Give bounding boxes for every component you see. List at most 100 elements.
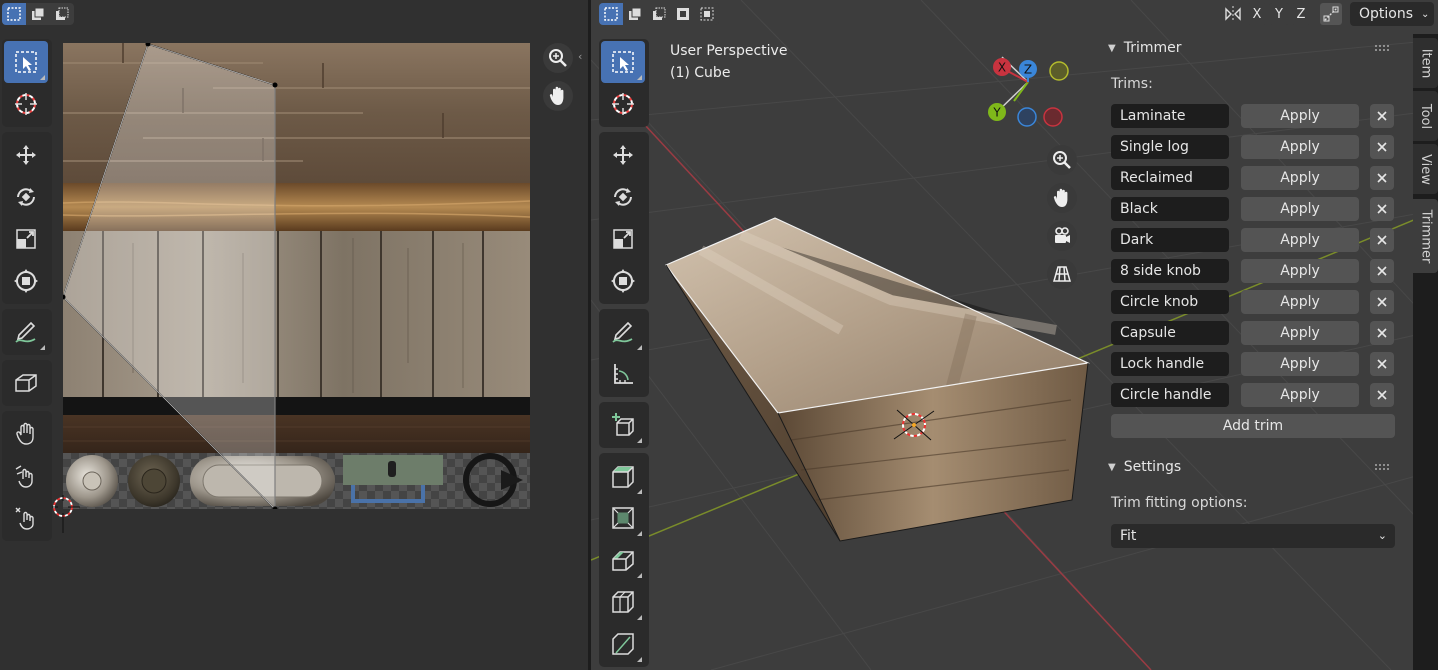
pan-hand-icon[interactable] [543, 81, 573, 111]
scale-icon[interactable] [4, 218, 48, 260]
apply-trim-button[interactable]: Apply [1241, 228, 1359, 252]
remove-trim-button[interactable] [1370, 104, 1394, 128]
annotate-icon[interactable] [4, 311, 48, 353]
mirror-icon[interactable] [1223, 4, 1243, 24]
trim-name-field[interactable]: Reclaimed [1111, 166, 1229, 190]
3d-viewport[interactable]: X Y Z Options ⌄ User Perspective (1) Cub… [591, 0, 1438, 670]
uv-cursor-icon [52, 495, 80, 533]
close-icon [1377, 390, 1387, 400]
cursor-icon[interactable] [4, 83, 48, 125]
drag-grip-icon[interactable] [1374, 463, 1390, 471]
select-intersect-icon[interactable] [695, 3, 719, 25]
remove-trim-button[interactable] [1370, 259, 1394, 283]
trim-name-field[interactable]: Dark [1111, 228, 1229, 252]
snap-icon[interactable] [1320, 3, 1342, 25]
apply-trim-button[interactable]: Apply [1241, 290, 1359, 314]
trim-name-field[interactable]: Circle knob [1111, 290, 1229, 314]
tab-item[interactable]: Item [1413, 38, 1438, 88]
remove-trim-button[interactable] [1370, 383, 1394, 407]
scale-icon[interactable] [601, 218, 645, 260]
move-icon[interactable] [601, 134, 645, 176]
options-label: Options [1359, 6, 1414, 22]
bevel-icon[interactable] [601, 539, 645, 581]
rip-region-icon[interactable] [4, 362, 48, 404]
apply-trim-button[interactable]: Apply [1241, 259, 1359, 283]
remove-trim-button[interactable] [1370, 352, 1394, 376]
select-box-icon[interactable] [601, 41, 645, 83]
trim-row: Laminate Apply [1111, 104, 1395, 128]
pan-hand-icon[interactable] [1047, 183, 1077, 213]
trim-fitting-select[interactable]: Fit ⌄ [1111, 524, 1395, 548]
inset-icon[interactable] [601, 497, 645, 539]
select-subtract-icon[interactable] [647, 3, 671, 25]
trimmer-panel-header[interactable]: ▼ Trimmer [1108, 34, 1182, 62]
remove-trim-button[interactable] [1370, 135, 1394, 159]
add-trim-button[interactable]: Add trim [1111, 414, 1395, 438]
trim-name-field[interactable]: Single log [1111, 135, 1229, 159]
transform-icon[interactable] [601, 260, 645, 302]
tab-view[interactable]: View [1413, 144, 1438, 194]
select-box-icon[interactable] [4, 41, 48, 83]
trim-name-field[interactable]: Circle handle [1111, 383, 1229, 407]
select-invert-icon[interactable] [671, 3, 695, 25]
grid-icon[interactable] [1047, 259, 1077, 289]
select-extend-icon[interactable] [26, 3, 50, 25]
trims-label: Trims: [1111, 76, 1153, 92]
apply-trim-button[interactable]: Apply [1241, 166, 1359, 190]
move-icon[interactable] [4, 134, 48, 176]
loop-cut-icon[interactable] [601, 581, 645, 623]
transform-icon[interactable] [4, 260, 48, 302]
tab-tool[interactable]: Tool [1413, 91, 1438, 141]
annotate-icon[interactable] [601, 311, 645, 353]
trim-name-field[interactable]: 8 side knob [1111, 259, 1229, 283]
options-dropdown[interactable]: Options ⌄ [1350, 2, 1434, 26]
relax-icon[interactable] [4, 455, 48, 497]
settings-panel-title: Settings [1123, 459, 1182, 475]
uv-texture-canvas[interactable] [63, 43, 530, 509]
apply-trim-button[interactable]: Apply [1241, 352, 1359, 376]
remove-trim-button[interactable] [1370, 228, 1394, 252]
cursor-icon[interactable] [601, 83, 645, 125]
tab-trimmer-label: Trimmer [1418, 209, 1434, 263]
rotate-icon[interactable] [601, 176, 645, 218]
zoom-icon[interactable] [543, 43, 573, 73]
select-box-icon[interactable] [2, 3, 26, 25]
apply-trim-button[interactable]: Apply [1241, 197, 1359, 221]
mirror-y-button[interactable]: Y [1269, 3, 1289, 25]
select-box-icon[interactable] [599, 3, 623, 25]
close-icon [1377, 173, 1387, 183]
settings-panel-header[interactable]: ▼ Settings [1108, 453, 1181, 481]
knife-icon[interactable] [601, 623, 645, 665]
trim-row: Capsule Apply [1111, 321, 1395, 345]
mirror-z-button[interactable]: Z [1291, 3, 1311, 25]
trim-name-field[interactable]: Black [1111, 197, 1229, 221]
rotate-icon[interactable] [4, 176, 48, 218]
apply-trim-button[interactable]: Apply [1241, 104, 1359, 128]
trim-name-field[interactable]: Capsule [1111, 321, 1229, 345]
select-subtract-icon[interactable] [50, 3, 74, 25]
add-cube-icon[interactable] [601, 404, 645, 446]
collapse-chevron-icon[interactable]: ‹ [578, 50, 582, 63]
grab-icon[interactable] [4, 413, 48, 455]
apply-trim-button[interactable]: Apply [1241, 135, 1359, 159]
mirror-x-button[interactable]: X [1247, 3, 1267, 25]
chevron-down-icon: ▼ [1108, 461, 1116, 473]
trim-name-field[interactable]: Laminate [1111, 104, 1229, 128]
remove-trim-button[interactable] [1370, 321, 1394, 345]
zoom-icon[interactable] [1047, 145, 1077, 175]
extrude-icon[interactable] [601, 455, 645, 497]
select-extend-icon[interactable] [623, 3, 647, 25]
remove-trim-button[interactable] [1370, 197, 1394, 221]
uv-header [0, 0, 588, 28]
tab-trimmer[interactable]: Trimmer [1413, 199, 1438, 273]
trim-name-field[interactable]: Lock handle [1111, 352, 1229, 376]
remove-trim-button[interactable] [1370, 290, 1394, 314]
camera-icon[interactable] [1047, 221, 1077, 251]
apply-trim-button[interactable]: Apply [1241, 321, 1359, 345]
remove-trim-button[interactable] [1370, 166, 1394, 190]
apply-trim-button[interactable]: Apply [1241, 383, 1359, 407]
drag-grip-icon[interactable] [1374, 44, 1390, 52]
measure-icon[interactable] [601, 353, 645, 395]
navigation-gizmo[interactable]: X Z Y [983, 54, 1073, 130]
pinch-icon[interactable] [4, 497, 48, 539]
